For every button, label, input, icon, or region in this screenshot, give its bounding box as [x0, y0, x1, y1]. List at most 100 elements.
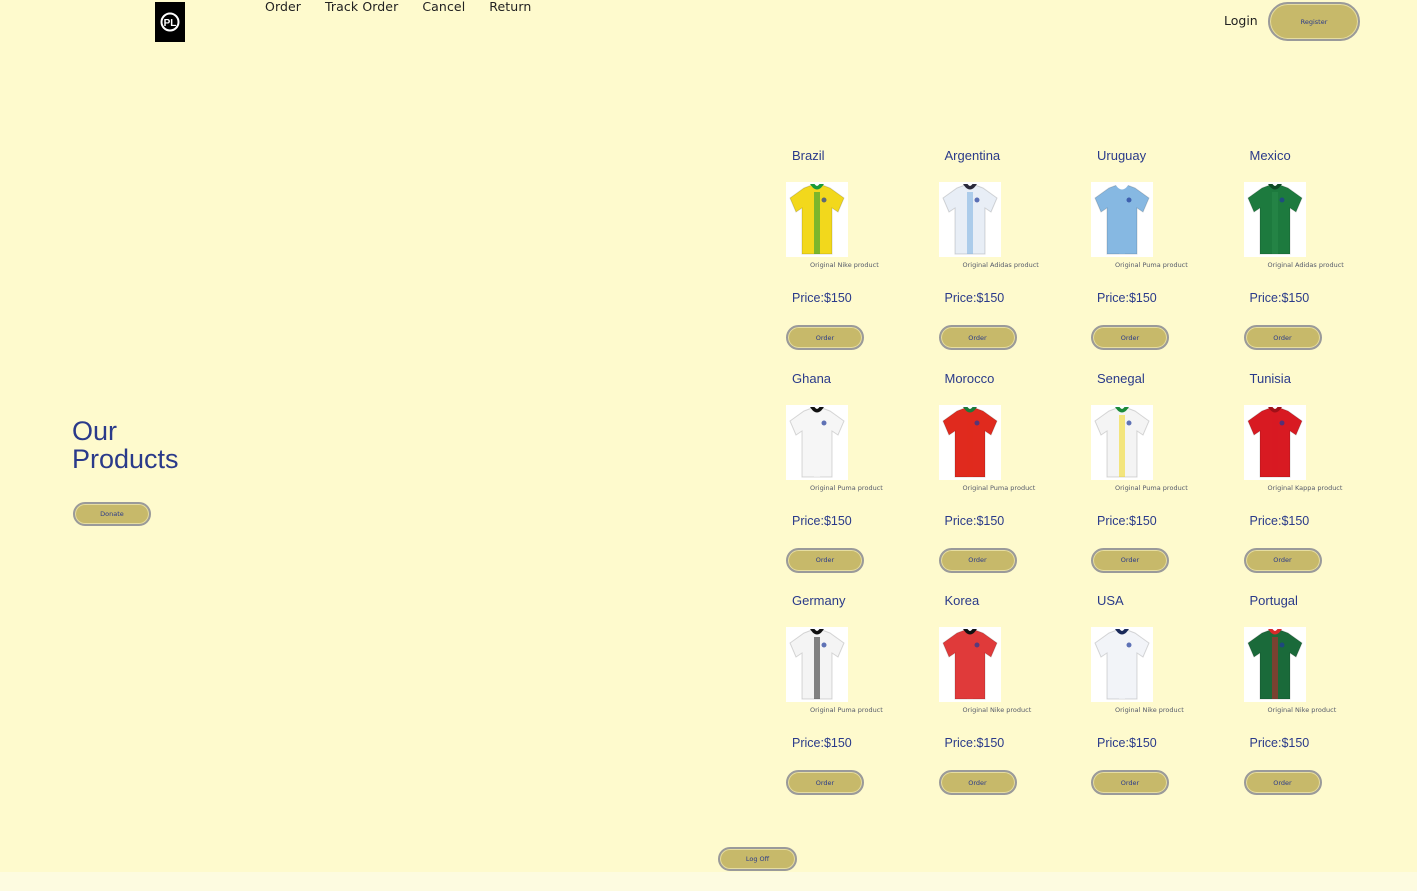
product-price: Price:$150 — [944, 736, 1005, 750]
product-price: Price:$150 — [1097, 513, 1157, 528]
product-image[interactable] — [786, 182, 848, 257]
product-brand: Original Nike product — [962, 706, 1032, 714]
jersey-icon — [938, 404, 1001, 480]
jersey-icon — [938, 182, 1001, 257]
product-brand: Original Nike product — [810, 261, 879, 269]
product-brand: Original Nike product — [1115, 706, 1184, 714]
product-brand: Original Puma product — [810, 483, 883, 492]
product-image[interactable] — [786, 404, 848, 480]
product-card-korea: Korea Original Nike product Price:$150 O… — [938, 590, 1079, 812]
product-brand: Original Kappa product — [1267, 483, 1343, 492]
jersey-icon — [786, 627, 848, 702]
product-brand: Original Nike product — [1267, 706, 1337, 714]
product-card-germany: Germany Original Puma product Price:$150… — [786, 590, 926, 812]
nav-return[interactable]: Return — [489, 0, 531, 14]
product-name: Korea — [944, 593, 980, 608]
jersey-icon — [1091, 182, 1153, 257]
product-name: Mexico — [1249, 148, 1291, 163]
product-price: Price:$150 — [792, 513, 852, 528]
product-image[interactable] — [1243, 182, 1306, 257]
product-image[interactable] — [786, 627, 848, 702]
product-brand: Original Adidas product — [1267, 261, 1344, 269]
order-button-ghana[interactable]: Order — [786, 547, 864, 573]
jersey-icon — [786, 404, 848, 480]
product-image[interactable] — [938, 627, 1001, 702]
page-title-line2: Products — [72, 444, 179, 474]
product-card-morocco: Morocco Original Puma product Price:$150… — [938, 368, 1079, 590]
product-name: Senegal — [1097, 370, 1145, 386]
product-image[interactable] — [1091, 627, 1153, 702]
product-price: Price:$150 — [1097, 291, 1157, 305]
product-card-uruguay: Uruguay Original Puma product Price:$150… — [1091, 145, 1231, 367]
jersey-icon — [1243, 627, 1306, 702]
product-image[interactable] — [938, 404, 1001, 480]
product-card-portugal: Portugal Original Nike product Price:$15… — [1243, 590, 1384, 812]
order-button-morocco[interactable]: Order — [938, 547, 1017, 573]
product-image[interactable] — [1243, 627, 1306, 702]
product-card-senegal: Senegal Original Puma product Price:$150… — [1091, 368, 1231, 590]
product-brand: Original Adidas product — [962, 261, 1039, 269]
order-button-mexico[interactable]: Order — [1243, 325, 1322, 350]
product-brand: Original Puma product — [810, 706, 883, 714]
order-button-germany[interactable]: Order — [786, 770, 864, 795]
product-price: Price:$150 — [944, 513, 1005, 528]
nav-cancel[interactable]: Cancel — [422, 0, 465, 14]
product-price: Price:$150 — [792, 291, 852, 305]
jersey-icon — [1243, 404, 1306, 480]
product-name: Ghana — [792, 370, 832, 386]
product-image[interactable] — [1091, 182, 1153, 257]
order-button-argentina[interactable]: Order — [938, 325, 1017, 350]
order-button-brazil[interactable]: Order — [786, 325, 864, 350]
product-card-mexico: Mexico Original Adidas product Price:$15… — [1243, 145, 1384, 367]
product-price: Price:$150 — [1097, 736, 1157, 750]
login-link[interactable]: Login — [1224, 13, 1258, 28]
product-name: Morocco — [944, 370, 995, 386]
jersey-icon — [786, 182, 848, 257]
nav-order[interactable]: Order — [265, 0, 301, 14]
page-bottom-strip — [0, 872, 1417, 891]
product-card-ghana: Ghana Original Puma product Price:$150 O… — [786, 368, 926, 590]
product-image[interactable] — [1243, 404, 1306, 480]
product-card-usa: USA Original Nike product Price:$150 Ord… — [1091, 590, 1231, 812]
main-nav: Order Track Order Cancel Return — [265, 0, 555, 14]
product-image[interactable] — [1091, 404, 1153, 480]
order-button-korea[interactable]: Order — [938, 770, 1017, 795]
jersey-icon — [1243, 182, 1306, 257]
product-price: Price:$150 — [1249, 513, 1310, 528]
order-button-usa[interactable]: Order — [1091, 770, 1169, 795]
page-title: Our Products — [72, 417, 179, 473]
logoff-button[interactable]: Log Off — [718, 847, 797, 871]
product-card-tunisia: Tunisia Original Kappa product Price:$15… — [1243, 368, 1384, 590]
product-brand: Original Puma product — [962, 483, 1036, 492]
product-name: USA — [1097, 593, 1124, 608]
product-name: Uruguay — [1097, 148, 1147, 163]
page-title-line1: Our — [72, 416, 118, 446]
product-brand: Original Puma product — [1115, 483, 1188, 492]
product-price: Price:$150 — [792, 736, 852, 750]
product-image[interactable] — [938, 182, 1001, 257]
order-button-tunisia[interactable]: Order — [1243, 547, 1322, 573]
site-logo[interactable]: PL — [155, 2, 185, 42]
jersey-icon — [1091, 404, 1153, 480]
product-price: Price:$150 — [944, 291, 1005, 305]
product-name: Tunisia — [1249, 370, 1291, 386]
order-button-senegal[interactable]: Order — [1091, 547, 1169, 573]
order-button-uruguay[interactable]: Order — [1091, 325, 1169, 350]
product-name: Brazil — [792, 148, 825, 163]
product-card-brazil: Brazil Original Nike product Price:$150 … — [786, 145, 926, 367]
logo-mark-icon: PL — [160, 12, 180, 32]
product-name: Argentina — [944, 148, 1001, 163]
product-price: Price:$150 — [1249, 736, 1310, 750]
product-card-argentina: Argentina Original Adidas product Price:… — [938, 145, 1079, 367]
jersey-icon — [1091, 627, 1153, 702]
product-name: Germany — [792, 593, 846, 608]
nav-track-order[interactable]: Track Order — [325, 0, 398, 14]
donate-button[interactable]: Donate — [73, 502, 151, 526]
order-button-portugal[interactable]: Order — [1243, 770, 1322, 795]
register-button[interactable]: Register — [1268, 2, 1360, 41]
product-price: Price:$150 — [1249, 291, 1310, 305]
product-name: Portugal — [1249, 593, 1298, 608]
jersey-icon — [938, 627, 1001, 702]
product-brand: Original Puma product — [1115, 261, 1188, 269]
svg-text:PL: PL — [164, 18, 177, 29]
